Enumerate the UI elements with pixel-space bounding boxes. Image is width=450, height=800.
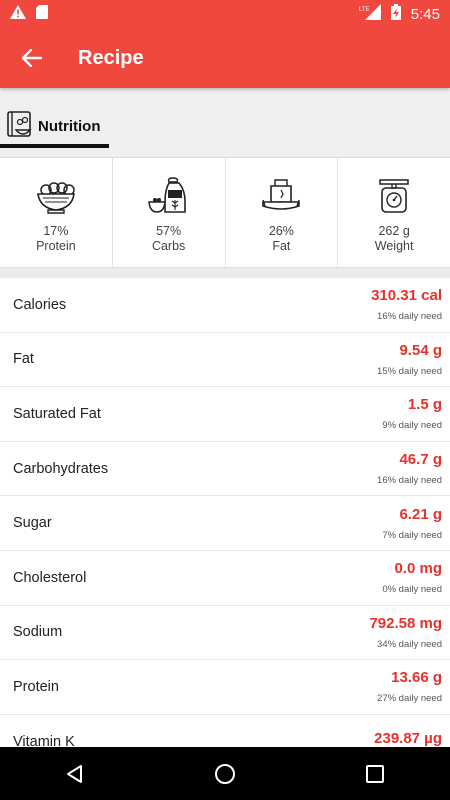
battery-charging-icon	[390, 3, 401, 25]
arrow-left-icon	[22, 49, 42, 67]
nutrient-name: Fat	[13, 351, 34, 368]
nav-back-button[interactable]	[55, 754, 95, 794]
nutrient-name: Calories	[13, 296, 67, 313]
nutrient-row-vitamin-k: Vitamin K 239.87 µg	[0, 715, 450, 749]
nutrient-daily-need: 0% daily need	[382, 584, 442, 596]
macro-label: Carbs	[151, 239, 186, 253]
nutrient-name: Cholesterol	[13, 569, 87, 586]
tab-nutrition-label: Nutrition	[38, 117, 101, 135]
back-button[interactable]	[18, 44, 46, 72]
nutrient-amount: 6.21 g	[399, 505, 442, 523]
nutrient-row-sodium: Sodium 792.58 mg 34% daily need	[0, 606, 450, 661]
nav-recents-button[interactable]	[355, 754, 395, 794]
clock: 5:45	[410, 5, 440, 23]
tab-nutrition[interactable]: Nutrition	[6, 106, 106, 146]
sd-card-icon	[36, 4, 48, 24]
nutrient-daily-need: 15% daily need	[377, 365, 442, 377]
nutrient-amount: 792.58 mg	[369, 614, 442, 632]
nutrient-row-carbohydrates: Carbohydrates 46.7 g 16% daily need	[0, 442, 450, 497]
page-title: Recipe	[78, 46, 144, 69]
tab-indicator	[0, 144, 109, 148]
nutrient-daily-need: 7% daily need	[382, 529, 442, 541]
macro-percent: 17%	[43, 224, 69, 238]
nutrient-row-protein: Protein 13.66 g 27% daily need	[0, 660, 450, 715]
nutrient-daily-need: 34% daily need	[377, 638, 442, 650]
nutrient-list: Calories 310.31 cal 16% daily need Fat 9.…	[0, 278, 450, 749]
macro-percent: 57%	[156, 224, 182, 238]
nutrient-row-fat: Fat 9.54 g 15% daily need	[0, 333, 450, 388]
macro-label: Weight	[374, 239, 414, 253]
macro-label: Protein	[36, 239, 76, 253]
nutrient-amount: 13.66 g	[391, 669, 442, 687]
nav-home-button[interactable]	[205, 754, 245, 794]
nutrient-amount: 9.54 g	[399, 341, 442, 359]
weight-scale-icon	[379, 179, 409, 213]
nutrition-book-icon	[6, 110, 34, 143]
nutrient-name: Protein	[13, 678, 59, 695]
macro-protein: 17% Protein	[0, 158, 113, 267]
fat-butter-icon	[262, 179, 301, 210]
square-recents-icon	[366, 764, 384, 783]
macro-weight: 262 g Weight	[338, 158, 450, 267]
nutrient-amount: 1.5 g	[407, 396, 442, 414]
system-nav-bar	[0, 747, 450, 800]
nutrient-row-calories: Calories 310.31 cal 16% daily need	[0, 278, 450, 333]
macro-label: Fat	[272, 239, 291, 253]
nutrient-name: Sodium	[13, 624, 63, 641]
divider	[0, 157, 450, 158]
nutrient-daily-need: 16% daily need	[377, 475, 442, 487]
section-gap	[0, 268, 450, 278]
warning-icon	[10, 4, 26, 24]
macro-summary: 17% Protein 57% Carbs 26% Fat 262 g Weig…	[0, 158, 450, 268]
nutrient-list-viewport[interactable]: Calories 310.31 cal 16% daily need Fat 9.…	[0, 278, 450, 749]
protein-bowl-icon	[36, 182, 75, 214]
svg-text:LTE: LTE	[359, 7, 370, 13]
nutrient-name: Carbohydrates	[13, 460, 109, 477]
macro-carbs: 57% Carbs	[113, 158, 226, 267]
nutrient-daily-need: 27% daily need	[377, 693, 442, 705]
app-bar: Recipe	[0, 28, 450, 88]
nutrient-daily-need: 16% daily need	[377, 311, 442, 323]
nutrient-name: Sugar	[13, 515, 52, 532]
nutrient-row-saturated-fat: Saturated Fat 1.5 g 9% daily need	[0, 387, 450, 442]
carbs-sack-icon	[147, 177, 186, 213]
circle-home-icon	[215, 763, 235, 784]
lte-signal-icon: LTE	[359, 3, 381, 25]
triangle-back-icon	[67, 764, 82, 783]
status-bar: LTE 5:45	[0, 0, 450, 28]
nutrient-amount: 239.87 µg	[374, 729, 442, 747]
tab-bar: Nutrition	[0, 88, 450, 158]
macro-percent: 262 g	[378, 224, 410, 238]
macro-fat: 26% Fat	[226, 158, 339, 267]
nutrient-name: Saturated Fat	[13, 405, 101, 422]
nutrient-daily-need: 9% daily need	[382, 420, 442, 432]
nutrient-row-cholesterol: Cholesterol 0.0 mg 0% daily need	[0, 551, 450, 606]
nutrient-amount: 46.7 g	[399, 451, 442, 469]
nutrient-amount: 0.0 mg	[394, 560, 442, 578]
nutrient-row-sugar: Sugar 6.21 g 7% daily need	[0, 496, 450, 551]
macro-percent: 26%	[268, 224, 294, 238]
nutrient-amount: 310.31 cal	[371, 287, 442, 305]
